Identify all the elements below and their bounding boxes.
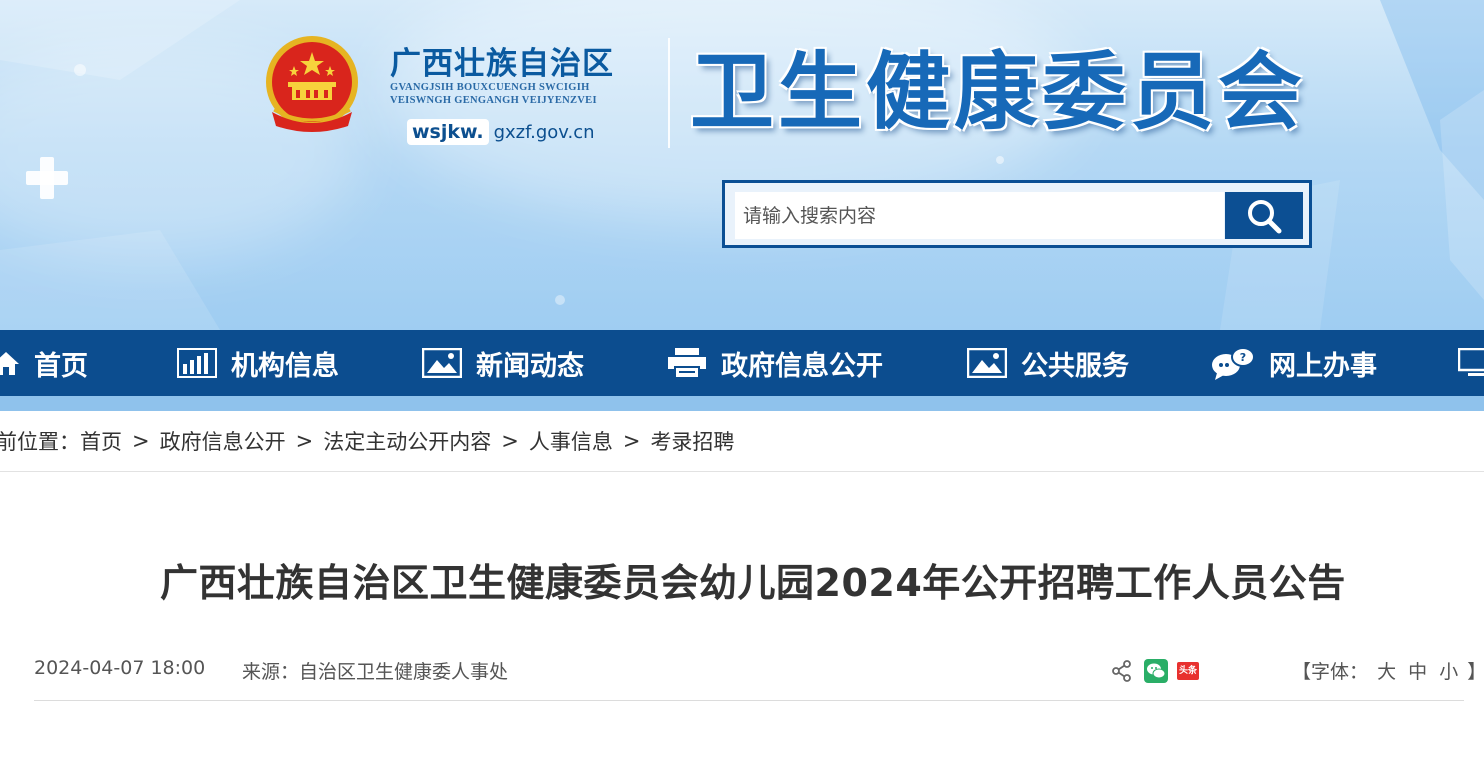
toutiao-icon[interactable]: 头条 — [1177, 662, 1199, 680]
search-icon — [1248, 199, 1282, 233]
medical-cross-icon — [26, 157, 68, 199]
printer-icon — [668, 348, 706, 379]
zhuang-name-line: VEISWNGH GENGANGH VEIJYENZVEI — [390, 95, 597, 106]
font-size-small[interactable]: 小 — [1439, 661, 1458, 683]
main-nav: 首页 机构信息 新闻动态 政府信息公开 公共服务 ? 网上办事 — [0, 330, 1484, 411]
search-input[interactable] — [735, 192, 1224, 239]
bar-chart-icon — [177, 348, 217, 378]
nav-item-label: 机构信息 — [231, 350, 339, 382]
publish-date: 2024-04-07 18:00 — [34, 657, 206, 679]
search-box — [722, 180, 1312, 248]
image-icon — [422, 348, 462, 378]
header-divider — [668, 38, 670, 148]
nav-item-public-service[interactable]: 公共服务 — [967, 330, 1129, 396]
site-title: 卫生健康委员会 — [690, 43, 1307, 141]
nav-item-gov-info[interactable]: 政府信息公开 — [667, 330, 883, 396]
nav-item-more[interactable] — [1458, 330, 1484, 396]
region-name: 广西壮族自治区 — [390, 46, 614, 82]
breadcrumb-link-personnel[interactable]: 人事信息 — [529, 426, 613, 456]
home-icon — [0, 352, 19, 375]
nav-item-label: 公共服务 — [1021, 350, 1129, 382]
chat-icon: ? — [1212, 347, 1255, 380]
breadcrumb-prefix: 前位置： — [0, 430, 80, 454]
article-title: 广西壮族自治区卫生健康委员会幼儿园2024年公开招聘工作人员公告 — [160, 561, 1346, 605]
nav-item-label: 首页 — [34, 350, 88, 382]
nav-item-news[interactable]: 新闻动态 — [422, 330, 584, 396]
breadcrumb-separator: > — [622, 429, 641, 453]
domain-suffix: gxzf.gov.cn — [493, 121, 595, 143]
breadcrumb-separator: > — [132, 429, 150, 453]
share-icon[interactable] — [1112, 660, 1132, 682]
svg-text:?: ? — [1240, 351, 1246, 364]
nav-item-organization[interactable]: 机构信息 — [177, 330, 339, 396]
breadcrumb-link-statutory[interactable]: 法定主动公开内容 — [323, 426, 491, 456]
breadcrumb-link-recruitment[interactable]: 考录招聘 — [650, 426, 734, 456]
national-emblem-icon — [266, 36, 358, 132]
domain-prefix: wsjkw. — [407, 119, 489, 145]
font-size-medium[interactable]: 中 — [1408, 661, 1427, 683]
wechat-icon[interactable] — [1144, 659, 1168, 683]
image-icon — [967, 348, 1007, 378]
breadcrumb: 前位置： 首页 > 政府信息公开 > 法定主动公开内容 > 人事信息 > 考录招… — [0, 411, 1484, 472]
zhuang-name-line: GVANGJSIH BOUXCUENGH SWCIGIH — [390, 82, 590, 93]
nav-item-label: 新闻动态 — [476, 350, 584, 382]
search-button[interactable] — [1225, 192, 1303, 239]
breadcrumb-link-home[interactable]: 首页 — [80, 426, 122, 456]
site-domain[interactable]: wsjkw. gxzf.gov.cn — [407, 118, 595, 146]
nav-item-online-service[interactable]: ? 网上办事 — [1211, 330, 1377, 396]
monitor-icon — [1458, 348, 1484, 376]
nav-item-label: 政府信息公开 — [721, 350, 883, 382]
breadcrumb-link-gov-info[interactable]: 政府信息公开 — [160, 426, 286, 456]
font-size-label: 【字体： — [1292, 661, 1369, 683]
article-meta: 2024-04-07 18:00 来源：自治区卫生健康委人事处 头条 【字体： … — [34, 640, 1484, 701]
header-banner: 广西壮族自治区 GVANGJSIH BOUXCUENGH SWCIGIH VEI… — [0, 0, 1484, 330]
font-size-control: 【字体： 大 中 小 】 — [1292, 657, 1484, 684]
nav-item-home[interactable]: 首页 — [0, 330, 88, 396]
nav-item-label: 网上办事 — [1269, 350, 1377, 382]
breadcrumb-separator: > — [295, 429, 314, 453]
font-size-large[interactable]: 大 — [1377, 661, 1396, 683]
breadcrumb-separator: > — [501, 429, 519, 453]
font-size-close: 】 — [1467, 661, 1484, 683]
article-source: 来源：自治区卫生健康委人事处 — [242, 661, 509, 683]
